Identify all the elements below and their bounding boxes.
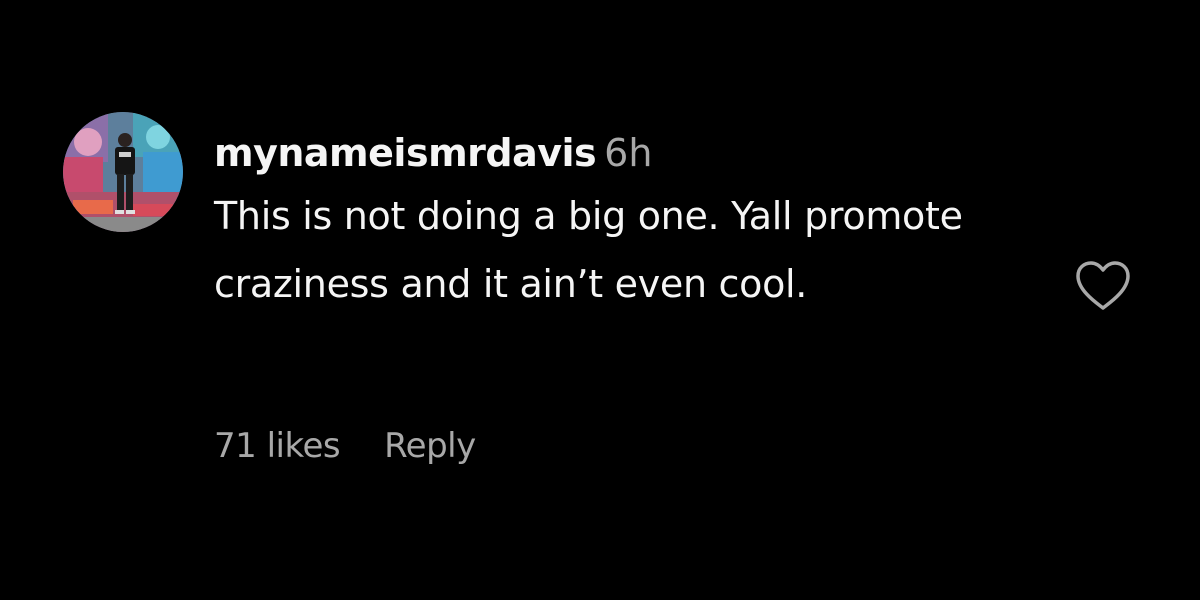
like-button[interactable] bbox=[1074, 260, 1132, 312]
timestamp: 6h bbox=[604, 131, 653, 175]
comment-text: This is not doing a big one. Yall promot… bbox=[214, 194, 963, 306]
avatar[interactable] bbox=[63, 112, 183, 232]
comment-actions: 71 likes Reply bbox=[214, 418, 476, 474]
likes-count[interactable]: 71 likes bbox=[214, 426, 341, 466]
comment-page: mynameismrdavis 6h This is not doing a bi… bbox=[0, 0, 1200, 600]
username[interactable]: mynameismrdavis bbox=[214, 131, 597, 175]
comment-body: mynameismrdavis 6h This is not doing a bi… bbox=[214, 124, 1044, 318]
heart-outline-icon bbox=[1076, 261, 1130, 310]
reply-button[interactable]: Reply bbox=[384, 426, 476, 466]
comment-header: mynameismrdavis 6h bbox=[214, 124, 1044, 182]
avatar-image bbox=[63, 112, 183, 232]
